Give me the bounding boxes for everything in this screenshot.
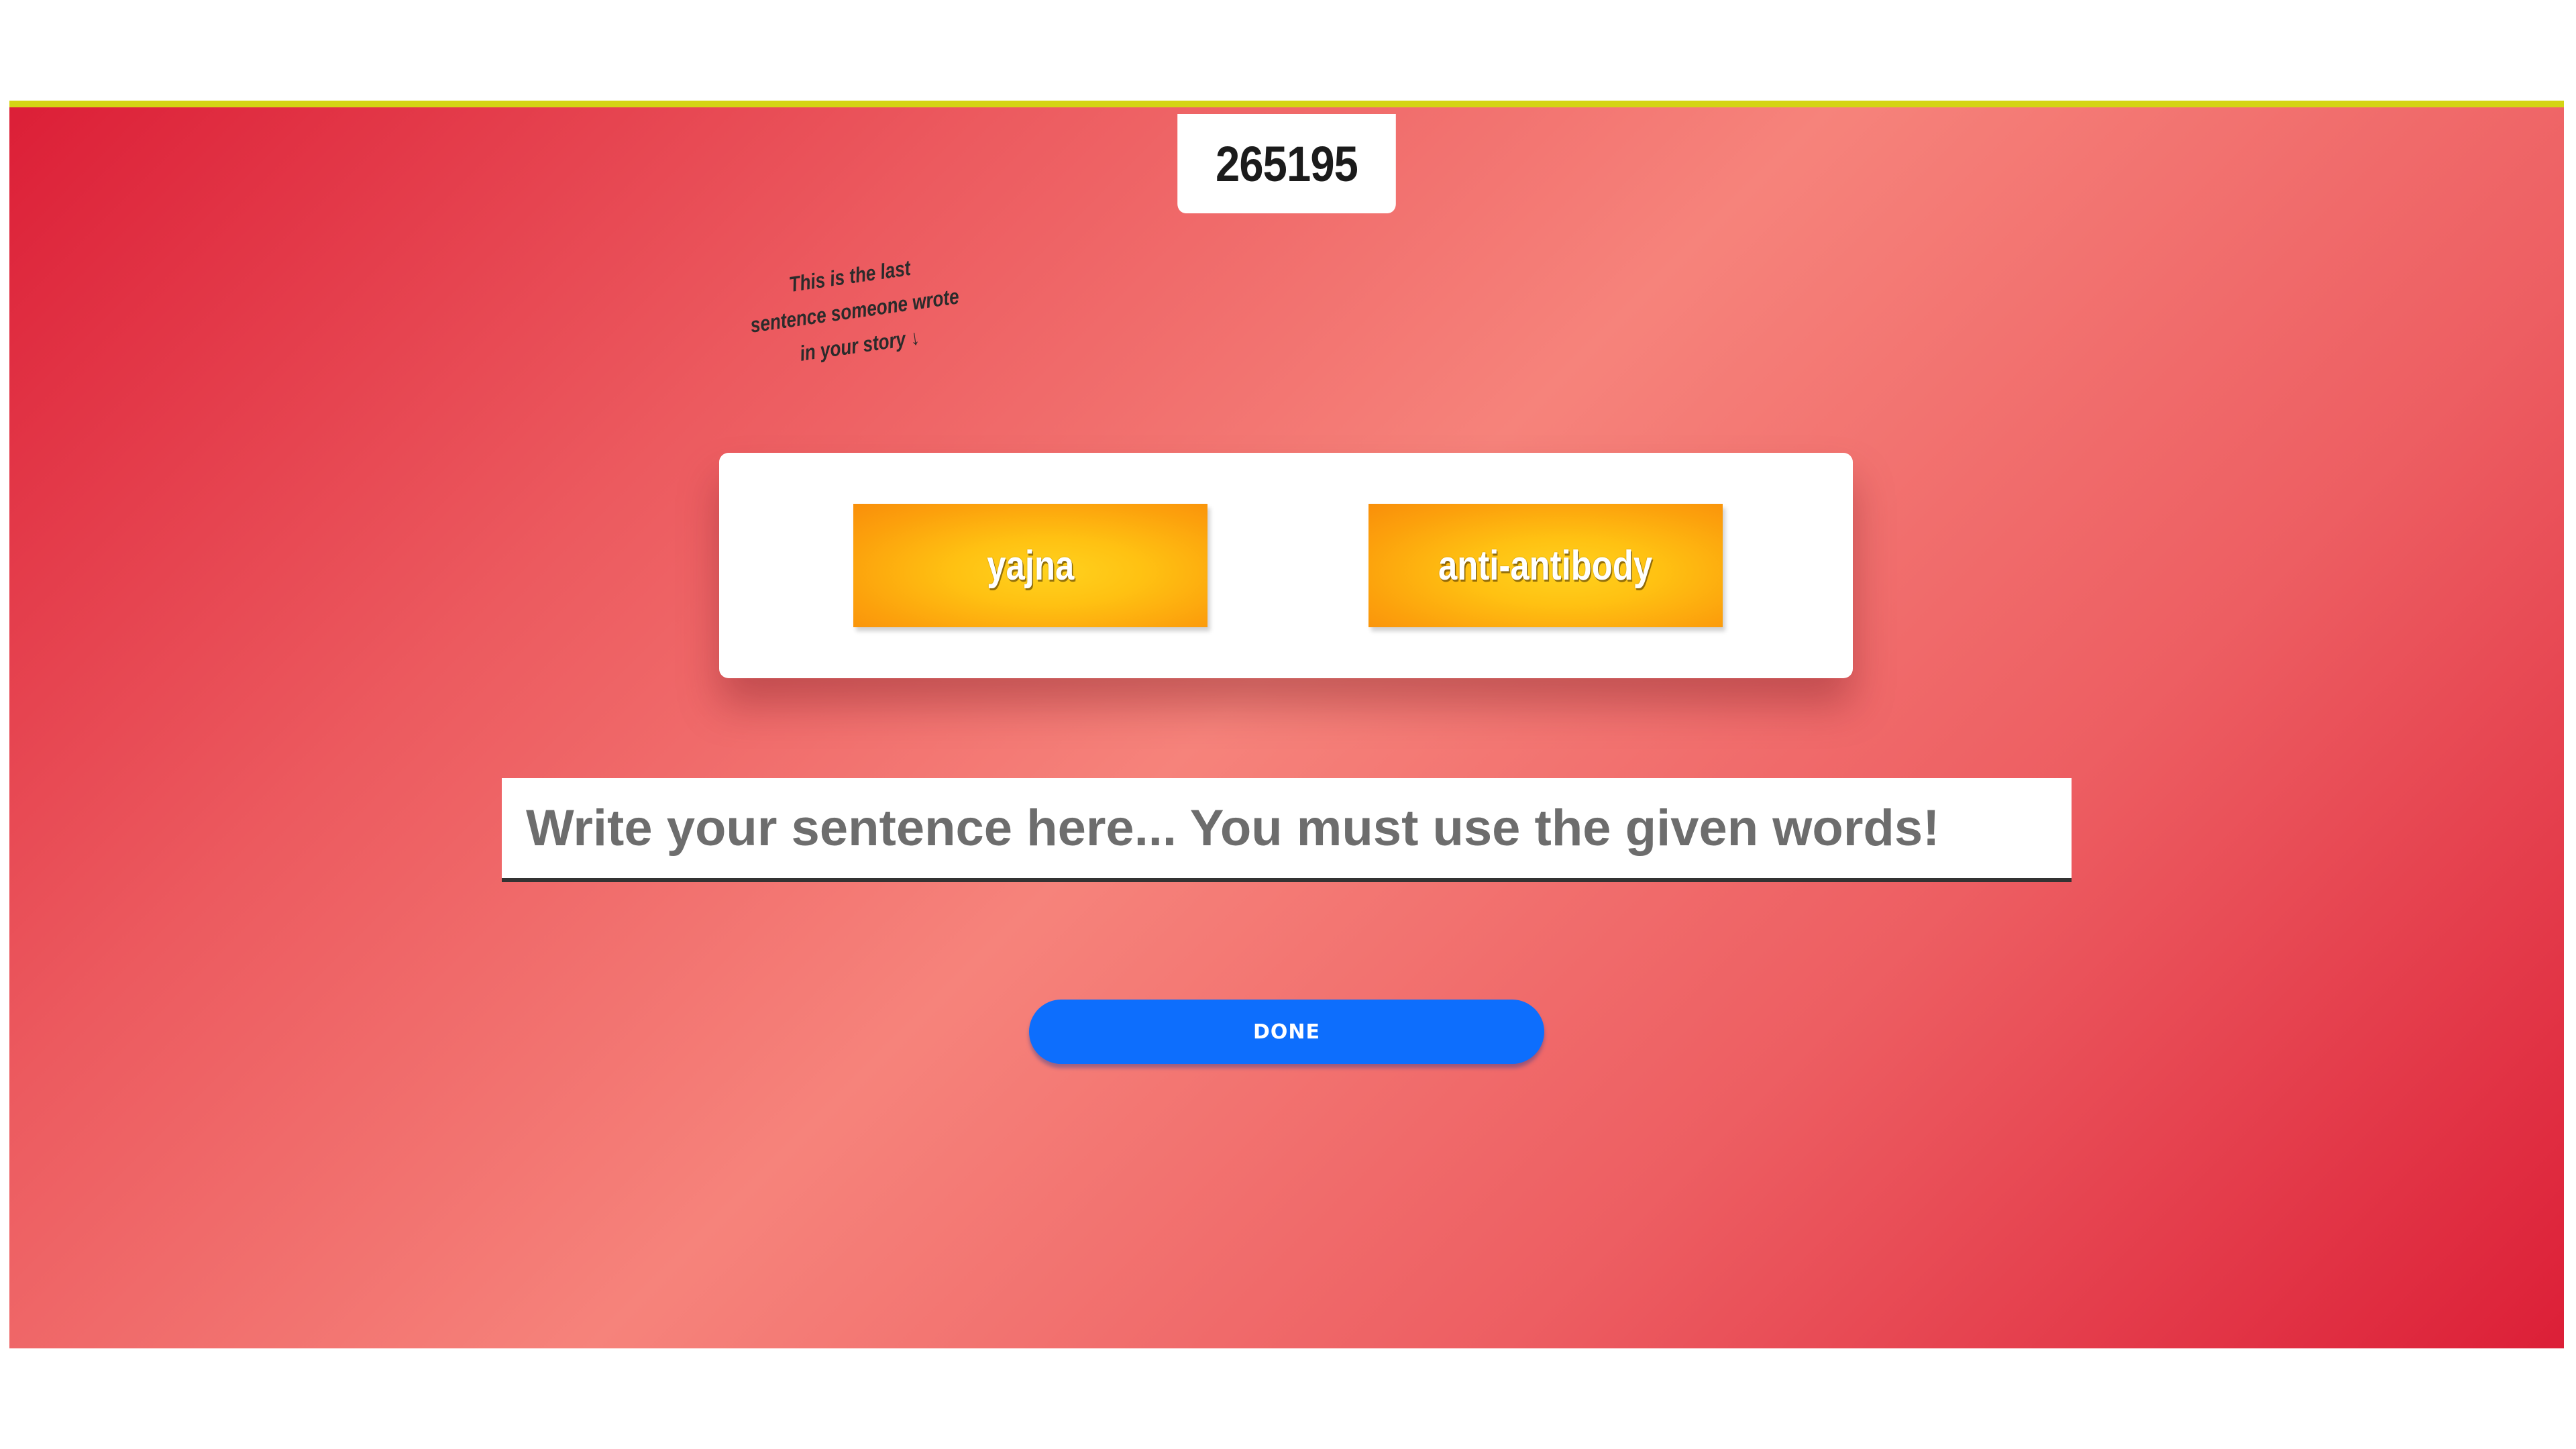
- last-sentence-hint: This is the last sentence someone wrote …: [728, 242, 982, 380]
- done-button[interactable]: DONE: [1029, 1000, 1544, 1064]
- word-chip-label: anti-antibody: [1438, 542, 1653, 589]
- sentence-input[interactable]: [502, 778, 2072, 882]
- word-chip-label: yajna: [986, 542, 1074, 589]
- room-code: 265195: [1215, 136, 1358, 192]
- given-words-card: yajna anti-antibody: [719, 453, 1853, 678]
- room-code-badge: 265195: [1177, 114, 1396, 213]
- word-chip-anti-antibody[interactable]: anti-antibody: [1368, 504, 1723, 627]
- game-stage: 265195 This is the last sentence someone…: [9, 101, 2564, 1348]
- word-chip-yajna[interactable]: yajna: [853, 504, 1208, 627]
